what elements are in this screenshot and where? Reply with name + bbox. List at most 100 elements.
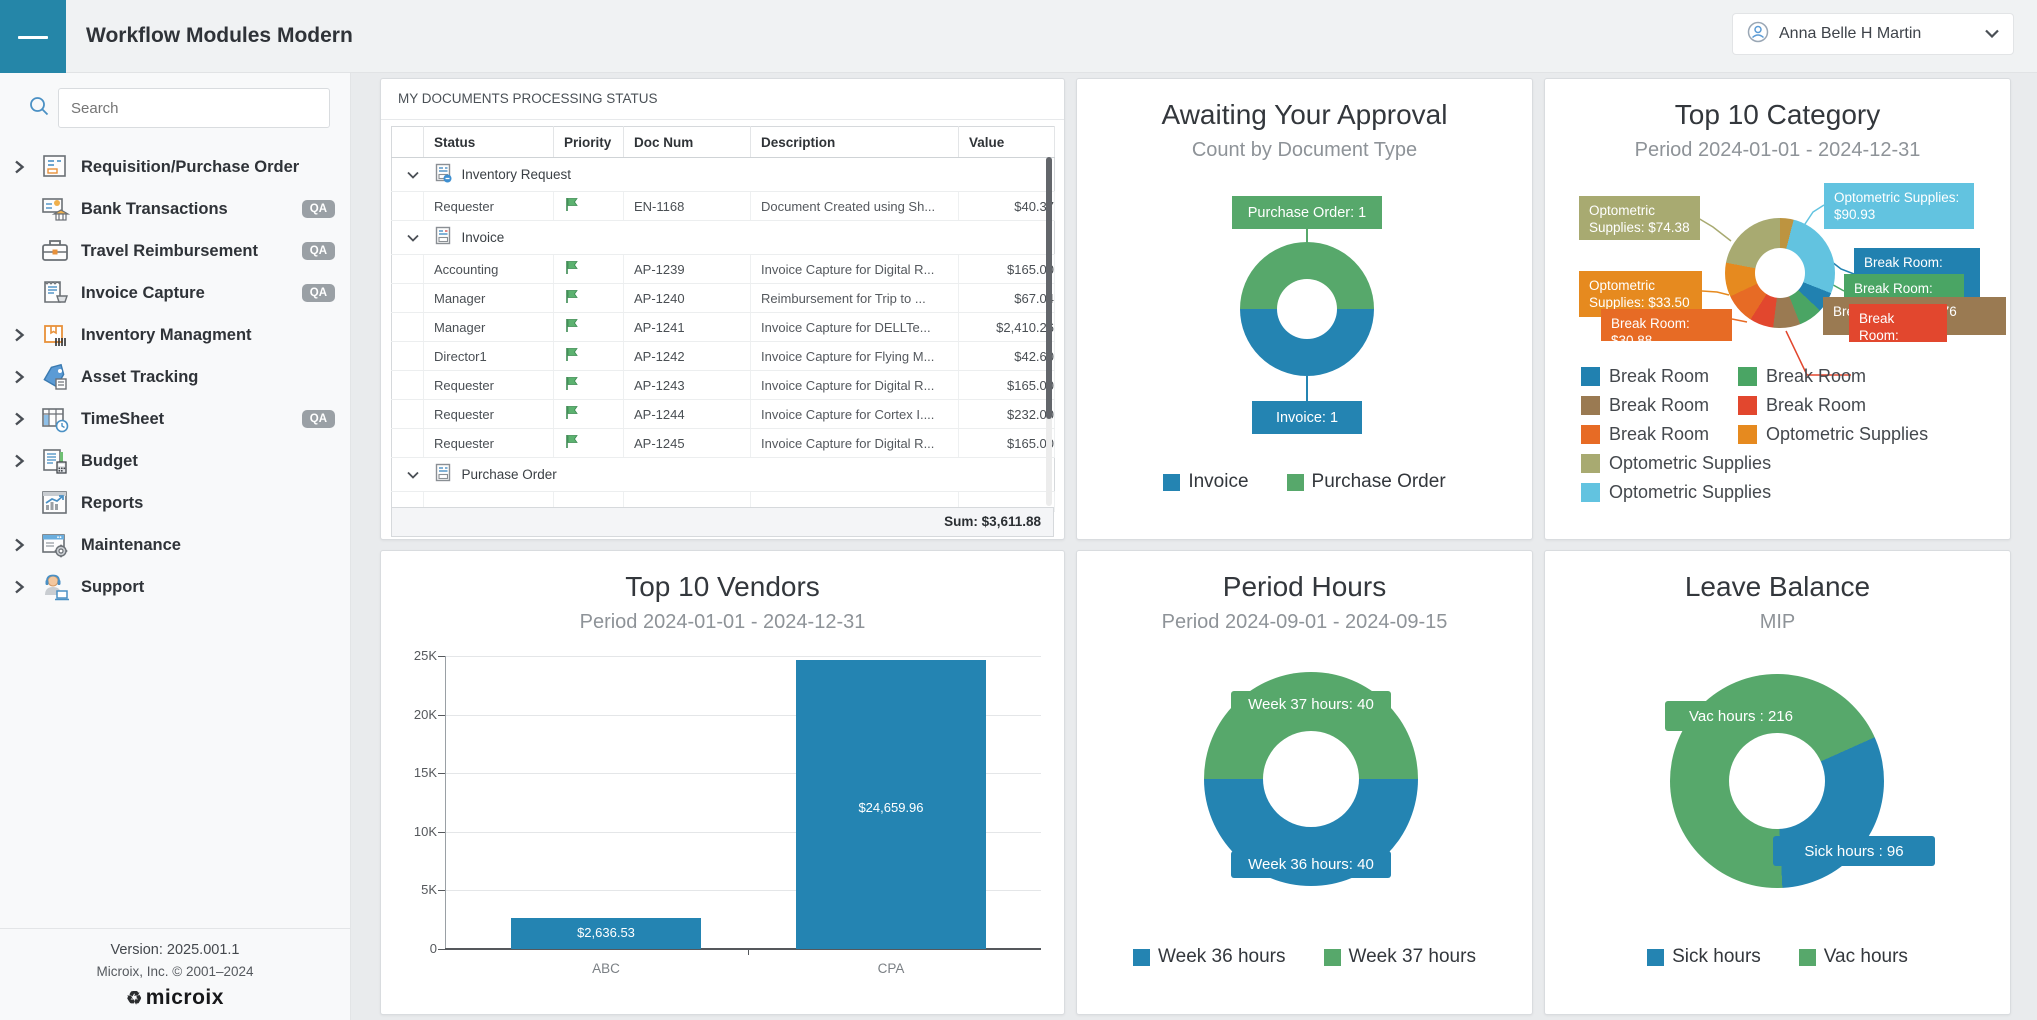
panel-title: Period Hours xyxy=(1077,571,1532,603)
gridline xyxy=(445,656,1041,657)
table-row[interactable]: AccountingAP-1239Invoice Capture for Dig… xyxy=(392,255,1055,284)
y-axis-label: 15K xyxy=(395,765,437,780)
search-icon xyxy=(28,95,58,122)
sidebar-item-inventory-managment[interactable]: Inventory Managment xyxy=(0,314,350,356)
legend-swatch xyxy=(1324,949,1341,966)
callout-connector-line xyxy=(1832,262,1854,274)
sidebar-item-invoice-capture[interactable]: Invoice CaptureQA xyxy=(0,272,350,314)
legend-item-sick-hours: Sick hours xyxy=(1647,946,1761,968)
cell-doc-num: AP-1243 xyxy=(624,371,751,400)
week36-label: Week 36 hours: 40 xyxy=(1231,851,1391,878)
y-axis-tick xyxy=(438,715,445,716)
cell-value: $67.04 xyxy=(959,284,1055,313)
table-row[interactable]: ManagerAP-1240Reimbursement for Trip to … xyxy=(392,284,1055,313)
green-flag-icon xyxy=(564,437,580,452)
cell-priority xyxy=(554,342,624,371)
callout-connector-line xyxy=(1698,218,1731,241)
panel-subtitle: Period 2024-09-01 - 2024-09-15 xyxy=(1077,611,1532,634)
legend-swatch xyxy=(1581,454,1600,473)
sidebar-nav: Requisition/Purchase OrderBank Transacti… xyxy=(0,146,350,608)
y-axis-tick xyxy=(438,832,445,833)
table-row[interactable]: RequesterAP-1245Invoice Capture for Digi… xyxy=(392,429,1055,458)
approval-donut-chart[interactable] xyxy=(1240,242,1374,376)
group-row-purchase-order[interactable]: Purchase Order xyxy=(392,458,1055,492)
column-header-status[interactable]: Status xyxy=(424,127,554,158)
legend-row: Optometric Supplies xyxy=(1581,478,1928,507)
y-axis-tick xyxy=(438,773,445,774)
sidebar-item-support[interactable]: Support xyxy=(0,566,350,608)
cell-doc-num: AP-1241 xyxy=(624,313,751,342)
table-row[interactable]: ManagerAP-1241Invoice Capture for DELLTe… xyxy=(392,313,1055,342)
sidebar-item-label: TimeSheet xyxy=(81,410,164,429)
sidebar-item-timesheet[interactable]: TimeSheetQA xyxy=(0,398,350,440)
cell-description: Invoice Capture for Cortex I.... xyxy=(751,400,959,429)
sidebar-item-bank-transactions[interactable]: Bank TransactionsQA xyxy=(0,188,350,230)
group-row-invoice[interactable]: Invoice xyxy=(392,221,1055,255)
scrollbar-thumb[interactable] xyxy=(1046,157,1052,419)
column-header-priority[interactable]: Priority xyxy=(554,127,624,158)
column-header-doc-num[interactable]: Doc Num xyxy=(624,127,751,158)
category-donut-chart[interactable] xyxy=(1725,218,1835,328)
table-row[interactable]: Director1AP-1242Invoice Capture for Flyi… xyxy=(392,342,1055,371)
green-flag-icon xyxy=(564,200,580,215)
sidebar-item-asset-tracking[interactable]: Asset Tracking xyxy=(0,356,350,398)
sidebar-footer: Version: 2025.001.1 Microix, Inc. © 2001… xyxy=(0,928,350,1010)
vendors-bar-chart[interactable]: 25K20K15K10K5K0$2,636.53ABC$24,659.96CPA xyxy=(445,656,1041,949)
sidebar-item-requisition-purchase-order[interactable]: Requisition/Purchase Order xyxy=(0,146,350,188)
panel-subtitle: Period 2024-01-01 - 2024-12-31 xyxy=(1545,139,2010,162)
legend-swatch xyxy=(1738,425,1757,444)
table-row[interactable]: RequesterEN-1168Document Created using S… xyxy=(392,192,1055,221)
y-axis-tick xyxy=(438,890,445,891)
legend-item-optometric-supplies: Optometric Supplies xyxy=(1581,453,1771,474)
table-header-row: StatusPriorityDoc NumDescriptionValue xyxy=(392,127,1055,158)
menu-button[interactable] xyxy=(0,0,66,75)
period-hours-panel: Period Hours Period 2024-09-01 - 2024-09… xyxy=(1076,550,1533,1015)
support-icon xyxy=(38,572,72,602)
green-flag-icon xyxy=(564,434,580,449)
chevron-right-icon xyxy=(12,411,34,427)
cell-value: $232.00 xyxy=(959,400,1055,429)
table-row[interactable]: RequesterAP-1244Invoice Capture for Cort… xyxy=(392,400,1055,429)
panel-subtitle: Period 2024-01-01 - 2024-12-31 xyxy=(381,611,1064,634)
legend-item-break-room: Break Room xyxy=(1738,366,1895,387)
table-row[interactable]: RequesterAP-1243Invoice Capture for Digi… xyxy=(392,371,1055,400)
copyright-text: Microix, Inc. © 2001–2024 xyxy=(0,964,350,979)
chevron-right-icon xyxy=(12,327,34,343)
reports-icon xyxy=(38,488,72,518)
green-flag-icon xyxy=(564,197,580,212)
legend-row: Break RoomOptometric Supplies xyxy=(1581,420,1928,449)
search-input[interactable] xyxy=(58,88,330,128)
collapse-chevron-icon[interactable] xyxy=(392,458,424,492)
legend-item-break-room: Break Room xyxy=(1738,395,1895,416)
sidebar-item-label: Inventory Managment xyxy=(81,326,252,345)
cell-description: Document Created using Sh... xyxy=(751,192,959,221)
cell-value: $40.37 xyxy=(959,192,1055,221)
chart-legend: InvoicePurchase Order xyxy=(1077,471,1532,493)
sidebar-item-budget[interactable]: Budget xyxy=(0,440,350,482)
cell-description: Invoice Capture for DELLTe... xyxy=(751,313,959,342)
user-menu[interactable]: Anna Belle H Martin xyxy=(1732,13,2014,55)
sidebar-item-maintenance[interactable]: Maintenance xyxy=(0,524,350,566)
column-header-value[interactable]: Value xyxy=(959,127,1055,158)
collapse-chevron-icon[interactable] xyxy=(392,158,424,192)
sidebar-item-reports[interactable]: Reports xyxy=(0,482,350,524)
group-row-inventory-request[interactable]: Inventory Request xyxy=(392,158,1055,192)
bar-cpa[interactable]: $24,659.96 xyxy=(796,660,986,949)
legend-item-week-37-hours: Week 37 hours xyxy=(1324,946,1476,968)
legend-row: Break RoomBreak Room xyxy=(1581,362,1928,391)
x-axis-category-label: ABC xyxy=(546,961,666,976)
y-axis-tick xyxy=(438,949,445,950)
cell-status: Requester xyxy=(424,429,554,458)
column-header-description[interactable]: Description xyxy=(751,127,959,158)
y-axis-label: 5K xyxy=(395,882,437,897)
bar-abc[interactable]: $2,636.53 xyxy=(511,918,701,949)
cell-status: Manager xyxy=(424,284,554,313)
collapse-chevron-icon[interactable] xyxy=(392,221,424,255)
sidebar: Requisition/Purchase OrderBank Transacti… xyxy=(0,73,351,1020)
maintenance-icon xyxy=(38,530,72,560)
table-scrollbar xyxy=(1046,157,1052,506)
y-axis-label: 0 xyxy=(395,941,437,956)
sidebar-item-travel-reimbursement[interactable]: Travel ReimbursementQA xyxy=(0,230,350,272)
bank-icon xyxy=(38,194,72,224)
purchase-order-callout: Purchase Order: 1 xyxy=(1232,196,1382,229)
